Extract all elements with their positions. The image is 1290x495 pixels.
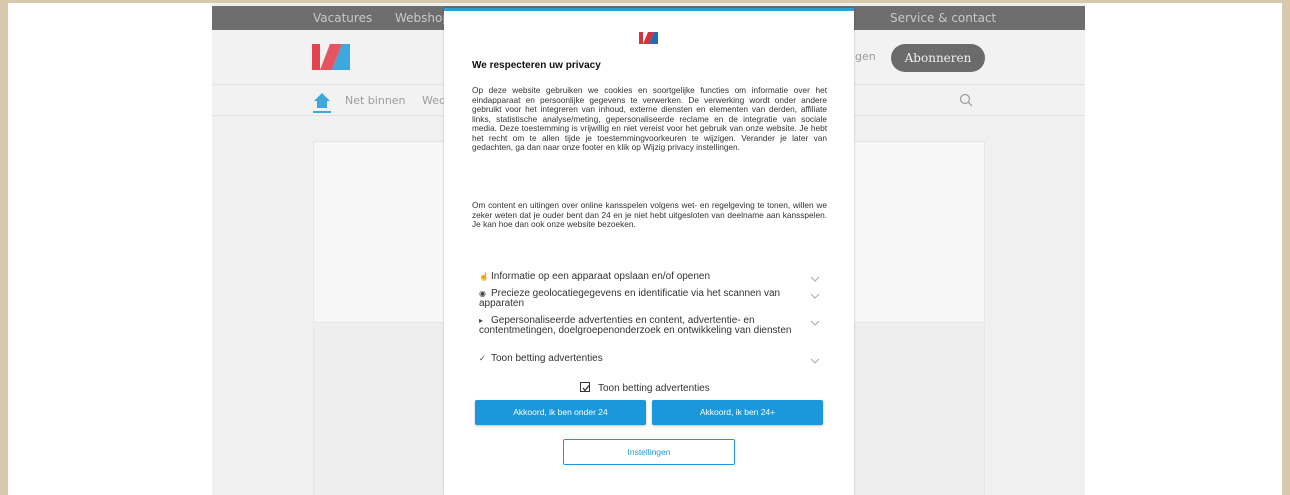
betting-ads-checkbox[interactable] [580,382,590,392]
search-icon[interactable] [959,93,973,107]
privacy-consent-dialog: We respecteren uw privacy Op deze websit… [444,8,854,495]
checkmark-icon [582,385,590,392]
purpose-label: Gepersonaliseerde advertenties en conten… [479,315,792,336]
chevron-down-icon[interactable] [810,358,820,365]
topbar-link-vacatures[interactable]: Vacatures [313,11,372,25]
dialog-title: We respecteren uw privacy [472,60,601,71]
dialog-logo [639,32,658,44]
purpose-item-storage[interactable]: ☝ Informatie op een apparaat opslaan en/o… [479,272,819,282]
chevron-down-icon[interactable] [810,276,820,283]
subscribe-button[interactable]: Abonneren [891,44,985,72]
home-icon[interactable] [313,92,331,114]
betting-ads-checkbox-row[interactable]: Toon betting advertenties [580,382,710,394]
purpose-label: Precieze geolocatiegegevens en identific… [479,288,781,309]
topbar-link-webshop[interactable]: Webshop [395,11,450,25]
topbar-link-service[interactable]: Service & contact [890,11,996,25]
accept-24-plus-button[interactable]: Akkoord, ik ben 24+ [652,400,823,425]
purpose-item-personalised-ads[interactable]: ▸ Gepersonaliseerde advertenties en conte… [479,316,819,336]
chevron-down-icon[interactable] [810,293,820,300]
betting-ads-checkbox-label: Toon betting advertenties [598,383,710,394]
purpose-item-betting-ads[interactable]: ✓ Toon betting advertenties [479,354,819,364]
purpose-item-geolocation[interactable]: ◉ Precieze geolocatiegegevens en identifi… [479,289,819,309]
dialog-paragraph-cookies: Op deze website gebruiken we cookies en … [472,85,827,152]
check-circle-icon: ✓ [479,354,486,363]
accept-under-24-button[interactable]: Akkoord, ik ben onder 24 [475,400,646,425]
purpose-label: Toon betting advertenties [491,353,603,364]
site-logo[interactable] [312,42,354,72]
nav-item-net-binnen[interactable]: Net binnen [345,94,406,107]
nav-item-wed[interactable]: Wed [422,94,446,107]
settings-button[interactable]: Instellingen [563,439,735,465]
chevron-down-icon[interactable] [810,320,820,327]
purpose-label: Informatie op een apparaat opslaan en/of… [491,271,711,282]
dialog-paragraph-gambling: Om content en uitingen over online kanss… [472,200,827,229]
fingerprint-icon: ☝ [479,272,489,281]
